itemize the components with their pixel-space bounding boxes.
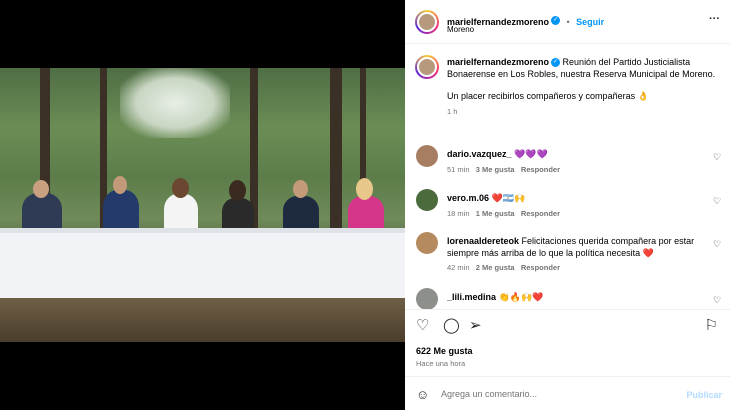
person [103,190,139,232]
person-head [356,178,373,200]
divider [405,376,730,377]
comment-input[interactable] [441,385,681,403]
caption-text-2: Un placer recibirlos compañeros y compañ… [447,91,649,101]
comment-time: 18 min [447,209,470,218]
post-photo[interactable] [0,68,405,342]
comment-time: 42 min [447,263,470,272]
commenter-avatar[interactable] [416,145,438,167]
commenter-avatar[interactable] [416,232,438,254]
save-icon[interactable]: ⚐ [705,318,718,334]
sky [120,68,230,138]
reply-button[interactable]: Responder [521,263,560,272]
comment-username[interactable]: dario.vazquez_ [447,149,512,159]
post-side-panel: marielfernandezmoreno ✓ • Seguir Moreno ·… [405,0,730,410]
comment-likes[interactable]: 1 Me gusta [476,209,515,218]
divider [405,309,730,310]
ground [0,298,405,342]
person-head [229,180,246,201]
caption-avatar[interactable] [415,55,439,79]
like-comment-icon[interactable]: ♡ [713,153,722,162]
comment-likes[interactable]: 2 Me gusta [476,263,515,272]
person [222,198,254,232]
person [283,196,319,232]
person [22,193,62,233]
comment-icon[interactable]: ◯ [443,318,460,334]
like-comment-icon[interactable]: ♡ [713,296,722,305]
emoji-icon[interactable]: ☺ [416,387,429,403]
like-icon[interactable]: ♡ [416,318,429,334]
more-options-icon[interactable]: ··· [709,13,720,25]
commenter-avatar[interactable] [416,189,438,211]
person-head [172,178,189,198]
comment-username[interactable]: lorenaaldereteok [447,236,519,246]
caption-username[interactable]: marielfernandezmoreno [447,57,549,67]
person [164,194,198,232]
comment-likes[interactable]: 3 Me gusta [476,165,515,174]
table-cloth [0,233,405,303]
like-comment-icon[interactable]: ♡ [713,240,722,249]
separator-dot: • [566,17,570,27]
person-head [113,176,127,194]
post-header: marielfernandezmoreno ✓ • Seguir Moreno ·… [405,0,730,44]
caption-block: marielfernandezmoreno ✓ Reunión del Parti… [447,56,717,116]
tree-trunk [330,68,342,238]
likes-count[interactable]: 622 Me gusta [416,346,473,356]
like-comment-icon[interactable]: ♡ [713,197,722,206]
comment-text: 👏🔥🙌❤️ [498,292,544,302]
reply-button[interactable]: Responder [521,209,560,218]
reply-button[interactable]: Responder [521,165,560,174]
person-head [33,180,49,198]
verified-icon: ✓ [551,16,561,26]
post-time: Hace una hora [416,359,466,368]
post-location[interactable]: Moreno [447,25,474,34]
comment-time: 51 min [447,165,470,174]
caption-time: 1 h [447,107,458,116]
comment-username[interactable]: _lili.medina [447,292,496,302]
post-media-area [0,0,405,410]
instagram-post-view: marielfernandezmoreno ✓ • Seguir Moreno ·… [0,0,730,410]
comment-username[interactable]: vero.m.06 [447,193,489,203]
person [348,196,384,232]
follow-button[interactable]: Seguir [576,17,604,27]
verified-icon: ✓ [551,58,561,68]
comment-text: ❤️🇦🇷🙌 [491,193,526,203]
commenter-avatar[interactable] [416,288,438,310]
author-avatar[interactable] [415,10,439,34]
person-head [293,180,308,198]
comment-text: 💜💜💜 [514,149,548,159]
share-icon[interactable]: ➢ [469,318,482,334]
publish-button[interactable]: Publicar [686,390,722,400]
